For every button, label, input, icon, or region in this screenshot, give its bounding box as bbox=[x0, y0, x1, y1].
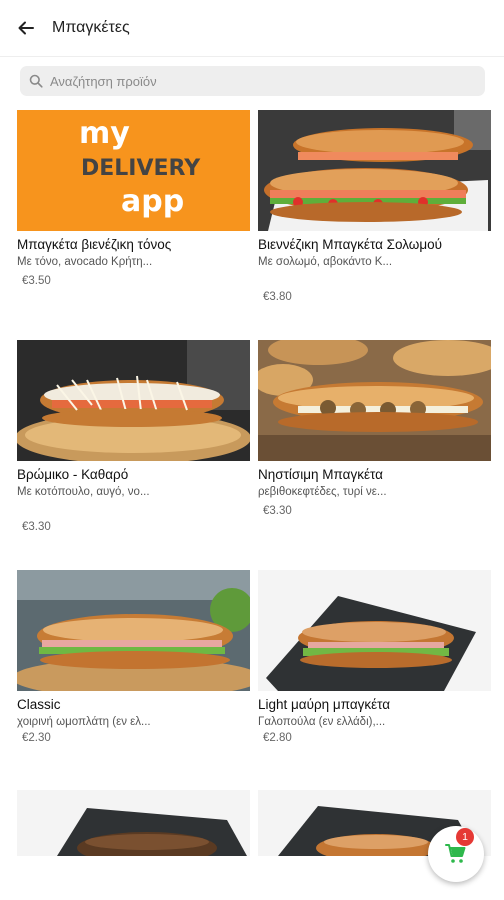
logo-my: my bbox=[79, 116, 130, 151]
product-card[interactable]: Light μαύρη μπαγκέτα Γαλοπούλα (εν ελλάδ… bbox=[258, 570, 491, 744]
product-name: Light μαύρη μπαγκέτα bbox=[258, 697, 391, 712]
arrow-left-icon bbox=[18, 21, 34, 35]
product-card[interactable]: Νηστίσιμη Μπαγκέτα ρεβιθοκεφτέδες, τυρί … bbox=[258, 340, 491, 517]
product-description: Γαλοπούλα (εν ελλάδι),... bbox=[258, 716, 386, 728]
product-image: my DELIVERY app bbox=[17, 110, 250, 231]
product-price: €3.80 bbox=[263, 291, 292, 303]
product-image bbox=[17, 340, 250, 461]
product-name: Βιεννέζικη Μπαγκέτα Σολωμού bbox=[258, 237, 442, 252]
product-card[interactable]: Βρώμικο - Καθαρό Με κοτόπουλο, αυγό, νο.… bbox=[17, 340, 250, 533]
search-icon bbox=[29, 74, 43, 88]
product-image bbox=[258, 340, 491, 461]
product-description: Με τόνο, avocado Κρήτη... bbox=[17, 256, 153, 268]
product-description: χοιρινή ωμοπλάτη (εν ελ... bbox=[17, 716, 151, 728]
product-name: Νηστίσιμη Μπαγκέτα bbox=[258, 467, 383, 482]
product-card[interactable]: Βιεννέζικη Μπαγκέτα Σολωμού Με σολωμό, α… bbox=[258, 110, 491, 303]
product-name: Βρώμικο - Καθαρό bbox=[17, 467, 129, 482]
product-image bbox=[258, 110, 491, 231]
product-card[interactable] bbox=[17, 790, 250, 856]
product-card[interactable]: Classic χοιρινή ωμοπλάτη (εν ελ... €2.30 bbox=[17, 570, 250, 744]
product-price: €2.80 bbox=[263, 732, 292, 744]
search-bar[interactable]: Αναζήτηση προϊόν bbox=[20, 66, 485, 96]
cart-count-badge: 1 bbox=[456, 828, 474, 846]
product-name: Μπαγκέτα βιενέζικη τόνος bbox=[17, 237, 172, 252]
product-name: Classic bbox=[17, 697, 61, 712]
product-description: Με κοτόπουλο, αυγό, νο... bbox=[17, 486, 150, 498]
product-card[interactable]: my DELIVERY app Μπαγκέτα βιενέζικη τόνος… bbox=[17, 110, 250, 287]
product-price: €3.30 bbox=[263, 505, 292, 517]
product-price: €3.30 bbox=[22, 521, 51, 533]
logo-app: app bbox=[121, 184, 185, 219]
logo-delivery: DELIVERY bbox=[81, 156, 201, 181]
page-title: Μπαγκέτες bbox=[52, 19, 130, 36]
product-price: €3.50 bbox=[22, 275, 51, 287]
search-input[interactable]: Αναζήτηση προϊόν bbox=[50, 74, 157, 89]
product-description: ρεβιθοκεφτέδες, τυρί νε... bbox=[258, 486, 387, 498]
product-price: €2.30 bbox=[22, 732, 51, 744]
product-description: Με σολωμό, αβοκάντο Κ... bbox=[258, 256, 393, 268]
product-image bbox=[17, 790, 250, 856]
product-image bbox=[258, 570, 491, 691]
back-button[interactable] bbox=[2, 0, 50, 56]
product-image bbox=[17, 570, 250, 691]
app-bar: Μπαγκέτες bbox=[0, 0, 504, 57]
